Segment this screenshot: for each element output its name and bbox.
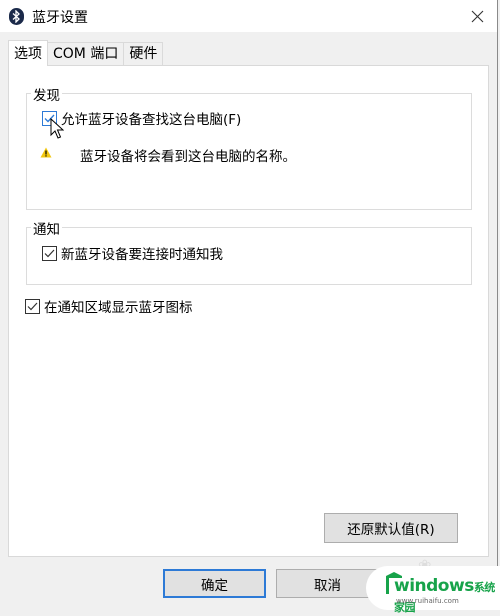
watermark-brand: windows [394, 576, 474, 596]
watermark: windows系统家园 www.ruihaifu.com [366, 566, 500, 614]
bluetooth-icon [9, 8, 24, 25]
watermark-url: www.ruihaifu.com [396, 597, 459, 605]
tab-options[interactable]: 选项 [8, 40, 48, 66]
warning-icon [40, 147, 52, 158]
close-icon [471, 10, 483, 22]
restore-defaults-button[interactable]: 还原默认值(R) [324, 513, 458, 543]
show-tray-icon-checkbox[interactable]: 在通知区域显示蓝牙图标 [25, 296, 193, 316]
checkbox-box[interactable] [42, 245, 57, 261]
close-button[interactable] [464, 5, 490, 27]
notifications-group-label: 通知 [31, 218, 62, 238]
tab-com-ports[interactable]: COM 端口 [47, 42, 125, 65]
ok-button[interactable]: 确定 [163, 569, 266, 598]
bluetooth-settings-dialog: 蓝牙设置 选项 COM 端口 硬件 发现 通知 允许蓝牙设备查找这台电脑(F) … [0, 0, 498, 610]
cancel-button[interactable]: 取消 [276, 569, 379, 598]
checkbox-box[interactable] [25, 298, 40, 314]
allow-discovery-label: 允许蓝牙设备查找这台电脑(F) [61, 112, 242, 128]
checkbox-box[interactable] [42, 110, 57, 126]
tab-hardware[interactable]: 硬件 [123, 42, 164, 65]
discovery-warning-text: 蓝牙设备将会看到这台电脑的名称。 [80, 149, 296, 165]
notify-new-device-checkbox[interactable]: 新蓝牙设备要连接时通知我 [42, 243, 223, 263]
checkmark-icon [44, 249, 55, 257]
tab-strip: 选项 COM 端口 硬件 [8, 40, 164, 66]
allow-discovery-checkbox[interactable]: 允许蓝牙设备查找这台电脑(F) [42, 108, 241, 128]
checkmark-icon [27, 302, 38, 310]
show-tray-icon-label: 在通知区域显示蓝牙图标 [44, 300, 193, 316]
title-bar: 蓝牙设置 [0, 0, 497, 32]
notify-new-device-label: 新蓝牙设备要连接时通知我 [61, 247, 223, 263]
checkmark-icon [44, 114, 55, 122]
discovery-group-label: 发现 [31, 84, 62, 104]
window-title: 蓝牙设置 [32, 10, 88, 26]
